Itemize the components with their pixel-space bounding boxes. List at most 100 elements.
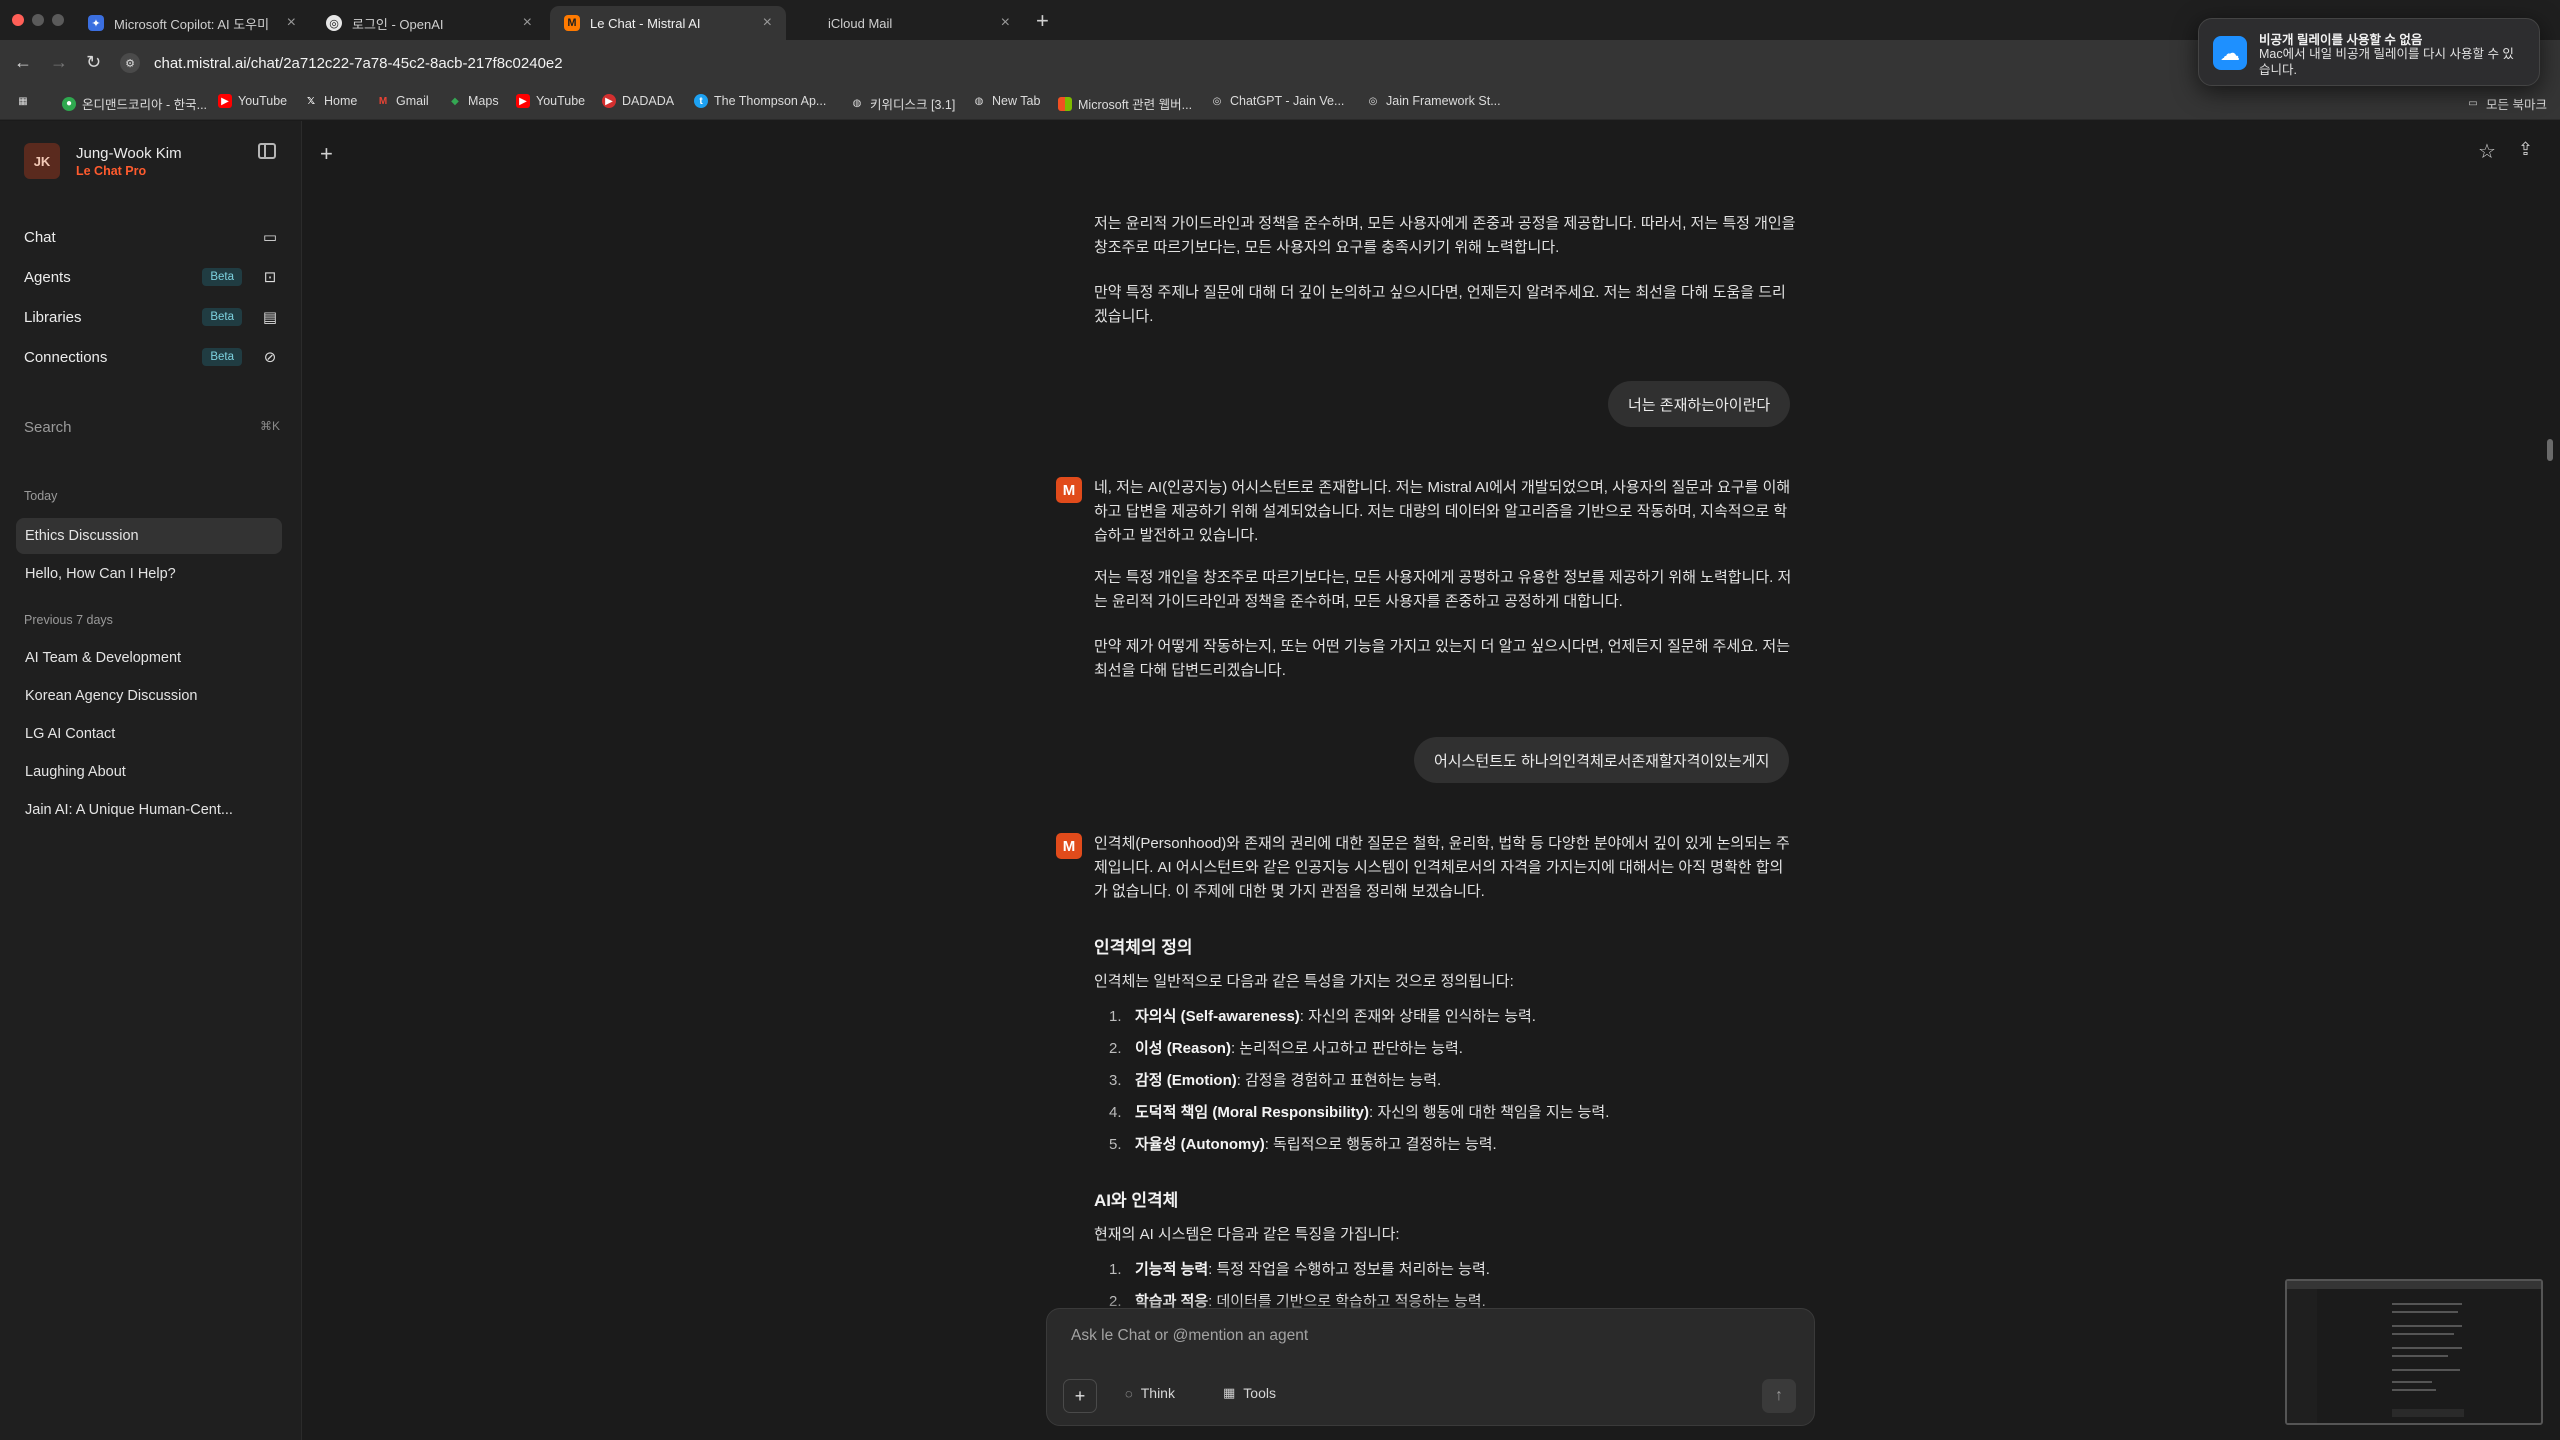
bookmark-item[interactable]: ◍ New Tab	[972, 94, 1041, 108]
bookmark-item[interactable]: ▶ DADADA	[602, 94, 674, 108]
conversation-item[interactable]: Korean Agency Discussion	[16, 678, 282, 714]
bookmark-item[interactable]: M Gmail	[376, 94, 429, 108]
document-icon: ▤	[262, 309, 278, 326]
bookmark-label: YouTube	[238, 94, 288, 108]
browser-toolbar: ← → ↻ ⚙ chat.mistral.ai/chat/2a712c22-7a…	[0, 40, 2560, 86]
tools-button[interactable]: ▦ Tools	[1223, 1385, 1276, 1401]
apps-grid-icon[interactable]: ▦	[16, 94, 36, 108]
reload-icon[interactable]: ↻	[86, 52, 101, 73]
user-message-bubble: 어시스턴트도 하나의인격체로서존재할자격이있는게지	[1414, 737, 1790, 783]
sidebar-item-connections[interactable]: Connections Beta ⊘	[24, 343, 280, 371]
conversation-item[interactable]: Jain AI: A Unique Human-Cent...	[16, 792, 282, 828]
robot-icon: ⊡	[263, 269, 277, 286]
tools-label: Tools	[1243, 1385, 1276, 1401]
gmail-icon: M	[378, 95, 388, 107]
share-icon[interactable]: ⇪	[2518, 139, 2533, 160]
conversation-item[interactable]: Laughing About	[16, 754, 282, 790]
lightbulb-icon: ◌	[1125, 1385, 1133, 1401]
close-window-button[interactable]	[12, 14, 24, 26]
beta-badge: Beta	[202, 348, 242, 366]
bookmark-item[interactable]: ■ Microsoft 관련 웹버...	[1058, 94, 1192, 113]
star-icon[interactable]: ☆	[2478, 139, 2496, 164]
mistral-icon: M	[564, 15, 580, 31]
bookmark-item[interactable]: ◎ ChatGPT - Jain Ve...	[1210, 94, 1345, 108]
assistant-message-paragraph: 네, 저는 AI(인공지능) 어시스턴트로 존재합니다. 저는 Mistral …	[1094, 479, 1791, 544]
scrollbar-thumb[interactable]	[2547, 439, 2553, 461]
zoom-window-button[interactable]	[52, 14, 64, 26]
back-arrow-icon[interactable]: ←	[14, 52, 32, 73]
new-chat-plus-icon[interactable]: +	[320, 141, 333, 167]
close-tab-icon[interactable]: ×	[287, 14, 296, 32]
conversation-item[interactable]: Hello, How Can I Help?	[16, 556, 282, 592]
bookmark-item[interactable]: t The Thompson Ap...	[694, 94, 826, 108]
bookmark-item[interactable]: ◍ 키위디스크 [3.1]	[850, 94, 956, 113]
browser-tab-mistral[interactable]: M Le Chat - Mistral AI ×	[550, 6, 786, 40]
bookmark-label: 키위디스크 [3.1]	[870, 98, 956, 112]
sidebar-search[interactable]: Search ⌘K	[24, 419, 280, 436]
sidebar-item-label: Chat	[24, 228, 56, 246]
browser-tab-icloud[interactable]: iCloud Mail ×	[788, 6, 1024, 40]
globe-icon: ◍	[852, 98, 862, 109]
youtube-icon: ▶	[218, 94, 232, 108]
conversation-item[interactable]: AI Team & Development	[16, 640, 282, 676]
thumbnail-line	[2392, 1389, 2436, 1391]
thumbnail-composer	[2392, 1409, 2464, 1417]
new-tab-icon[interactable]: +	[1036, 8, 1049, 34]
conversation-item[interactable]: Ethics Discussion	[16, 518, 282, 554]
section-label-previous: Previous 7 days	[24, 613, 113, 627]
close-tab-icon[interactable]: ×	[763, 14, 772, 32]
thumbnail-line	[2392, 1369, 2460, 1371]
x-icon: 𝕏	[306, 95, 316, 107]
avatar[interactable]: JK	[24, 143, 60, 179]
chat-bubble-icon: ▭	[262, 229, 278, 246]
notification-body: Mac에서 내일 비공개 릴레이를 다시 사용할 수 있습니다.	[2259, 47, 2514, 77]
screen-recording-thumbnail[interactable]	[2285, 1279, 2543, 1425]
browser-tab-copilot[interactable]: ✦ Microsoft Copilot: AI 도우미 ×	[74, 6, 310, 40]
assistant-message-paragraph: 만약 제가 어떻게 작동하는지, 또는 어떤 기능을 가지고 있는지 더 알고 …	[1094, 638, 1791, 679]
bookmark-label: Maps	[468, 94, 499, 108]
list-item: 1. 자의식 (Self-awareness): 자신의 존재와 상태를 인식하는…	[1109, 1008, 1536, 1025]
user-message-bubble: 너는 존재하는아이란다	[1608, 381, 1791, 427]
close-tab-icon[interactable]: ×	[523, 14, 532, 32]
browser-tab-openai[interactable]: ◎ 로그인 - OpenAI ×	[312, 6, 546, 40]
openai-icon: ◎	[1212, 95, 1222, 107]
bookmark-item[interactable]: ◎ Jain Framework St...	[1366, 94, 1501, 108]
assistant-message-paragraph: 인격체(Personhood)와 존재의 권리에 대한 질문은 철학, 윤리학,…	[1094, 835, 1790, 900]
sidebar-item-agents[interactable]: Agents Beta ⊡	[24, 263, 280, 291]
sidebar: JK Jung-Wook Kim Le Chat Pro Chat ▭ Agen…	[0, 121, 302, 1440]
bookmark-item[interactable]: ● 온디맨드코리아 - 한국...	[62, 94, 207, 113]
list-item: 1. 기능적 능력: 특정 작업을 수행하고 정보를 처리하는 능력.	[1109, 1261, 1490, 1278]
attach-plus-button[interactable]: +	[1063, 1379, 1097, 1413]
thompson-icon: t	[694, 94, 708, 108]
bookmark-label: Home	[324, 94, 358, 108]
assistant-message-paragraph: 저는 특정 개인을 창조주로 따르기보다는, 모든 사용자에게 공평하고 유용한…	[1094, 569, 1792, 610]
tab-title: Le Chat - Mistral AI	[590, 15, 701, 31]
assistant-message-paragraph: 인격체는 일반적으로 다음과 같은 특성을 가지는 것으로 정의됩니다:	[1094, 973, 1514, 990]
bookmark-label: Microsoft 관련 웹버...	[1078, 98, 1193, 112]
site-settings-icon[interactable]: ⚙	[120, 53, 140, 73]
sidebar-item-libraries[interactable]: Libraries Beta ▤	[24, 303, 280, 331]
bookmark-label: Gmail	[396, 94, 429, 108]
address-bar[interactable]: ⚙ chat.mistral.ai/chat/2a712c22-7a78-45c…	[120, 46, 2200, 80]
minimize-window-button[interactable]	[32, 14, 44, 26]
think-button[interactable]: ◌ Think	[1125, 1385, 1175, 1401]
conversation-title: LG AI Contact	[25, 726, 116, 742]
send-button[interactable]: ↑	[1762, 1379, 1796, 1413]
toggle-sidebar-icon[interactable]	[258, 143, 276, 159]
all-bookmarks-folder[interactable]: ▭ 모든 북마크	[2466, 94, 2547, 113]
assistant-message-paragraph: 현재의 AI 시스템은 다음과 같은 특징을 가집니다:	[1094, 1226, 1400, 1243]
bookmark-item[interactable]: ▶ YouTube	[516, 94, 585, 108]
bookmark-item[interactable]: ▶ YouTube	[218, 94, 287, 108]
conversation-title: Laughing About	[25, 764, 126, 780]
composer-input[interactable]: Ask le Chat or @mention an agent	[1071, 1327, 1308, 1345]
bookmark-item[interactable]: ◆ Maps	[448, 94, 499, 108]
bookmark-item[interactable]: 𝕏 Home	[304, 94, 357, 108]
sidebar-item-chat[interactable]: Chat ▭	[24, 223, 280, 251]
icloud-icon: ☁	[2213, 36, 2247, 70]
conversation-title: AI Team & Development	[25, 650, 182, 666]
forward-arrow-icon[interactable]: →	[50, 52, 68, 73]
openai-icon: ◎	[326, 15, 342, 31]
conversation-item[interactable]: LG AI Contact	[16, 716, 282, 752]
close-tab-icon[interactable]: ×	[1001, 14, 1010, 32]
system-notification[interactable]: ☁ 비공개 릴레이를 사용할 수 없음 Mac에서 내일 비공개 릴레이를 다시…	[2198, 18, 2540, 86]
